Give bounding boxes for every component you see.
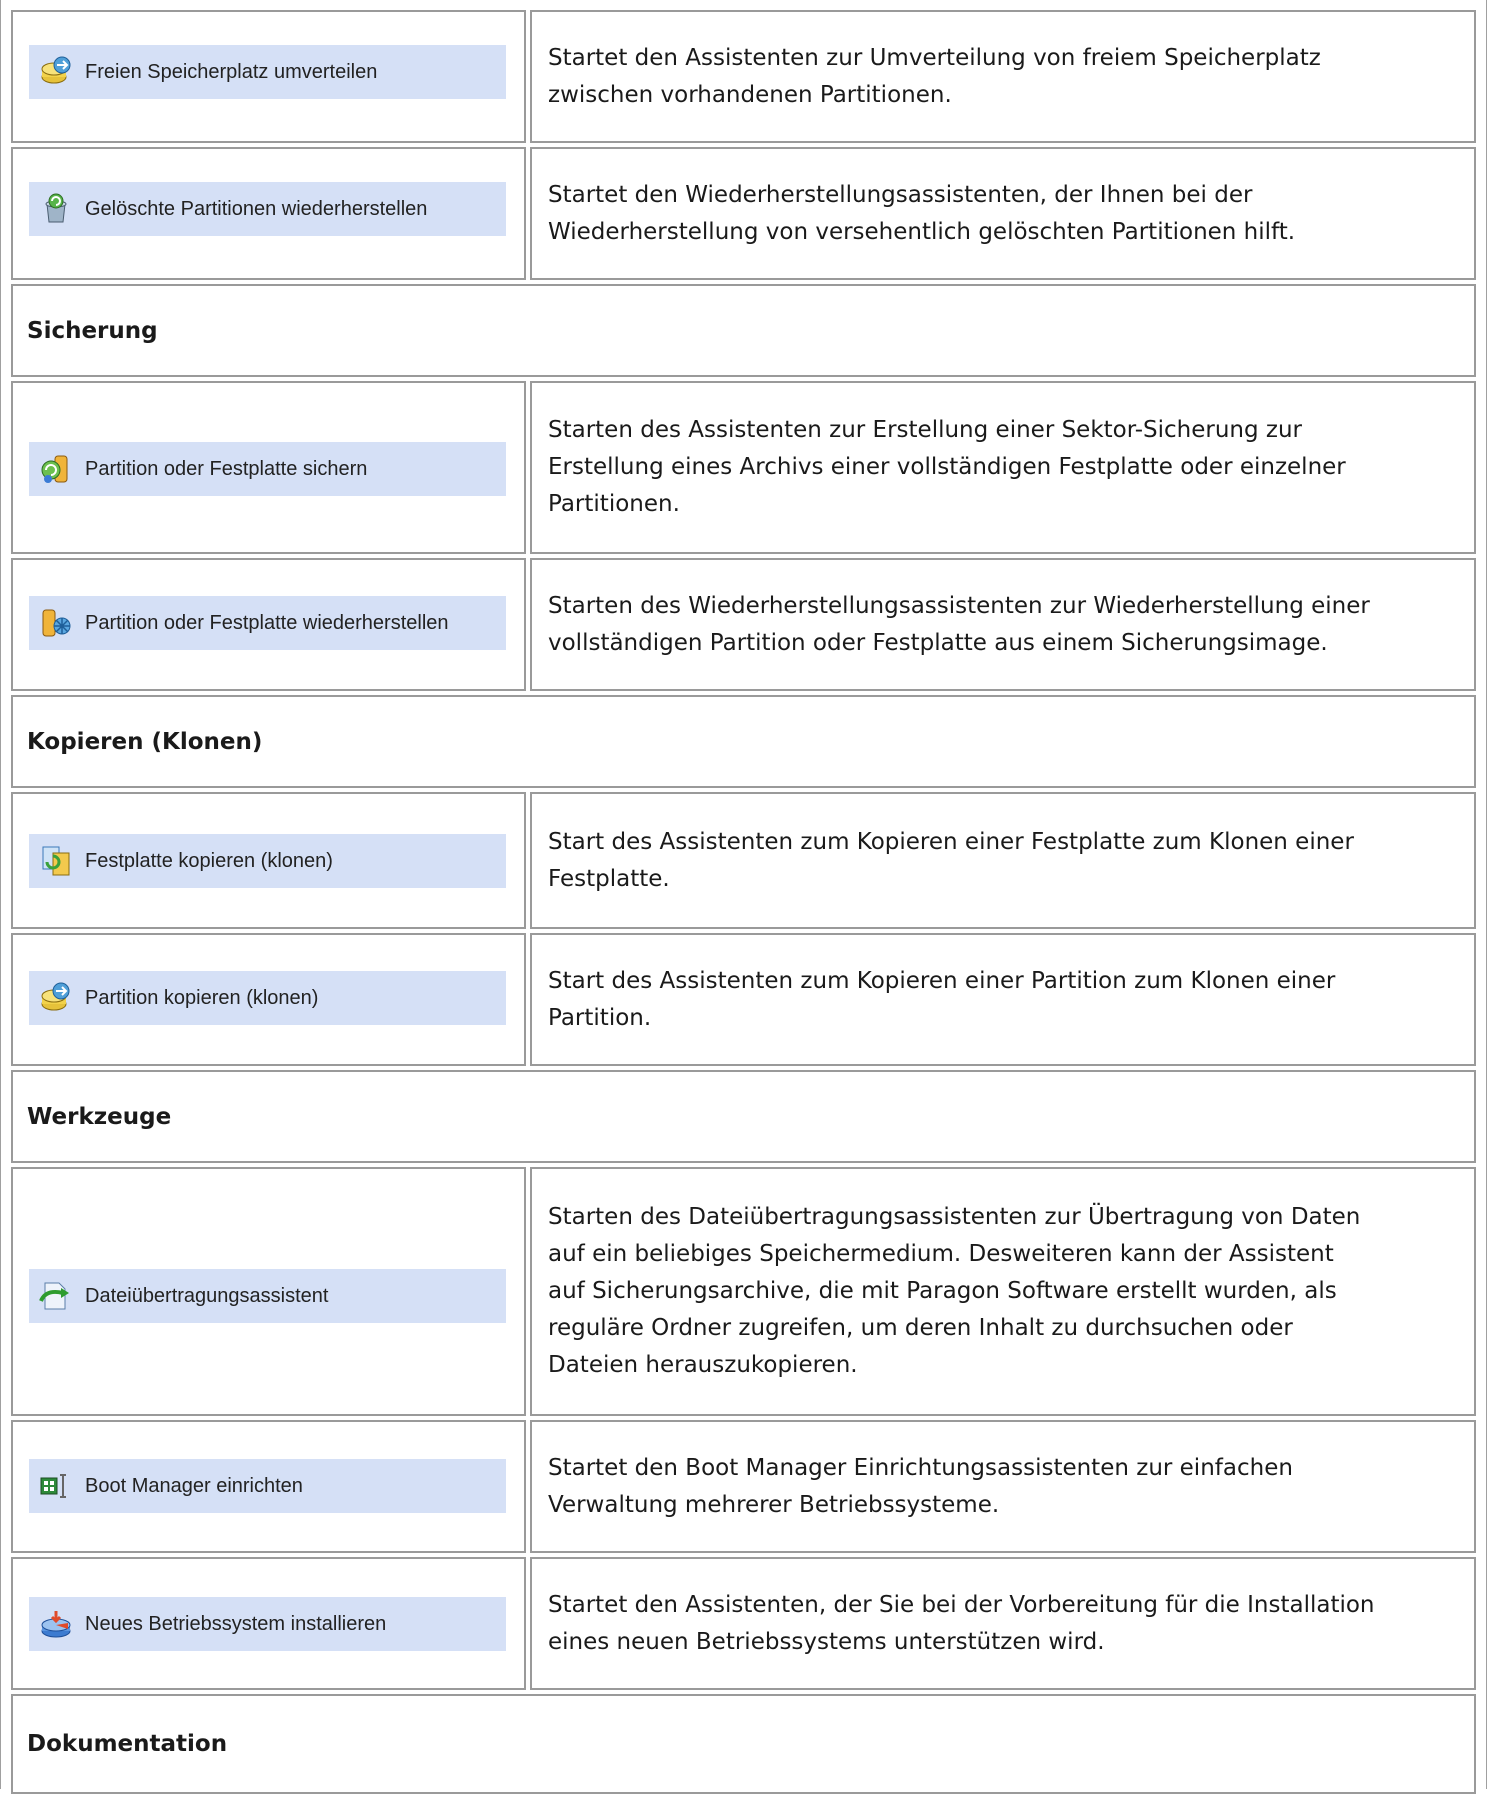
desc-line: Dateien herauszukopieren. xyxy=(548,1352,858,1378)
desc-line: Starten des Dateiübertragungsassistenten… xyxy=(548,1204,1361,1230)
copy-partition-icon xyxy=(41,982,70,1011)
desc-line: Starten des Wiederherstellungsassistente… xyxy=(548,592,1370,619)
action-cell: Partition kopieren (klonen) xyxy=(11,933,526,1066)
desc-line: Startet den Assistenten zur Umverteilung… xyxy=(548,44,1321,71)
description-cell: Startet den Boot Manager Einrichtungsass… xyxy=(530,1420,1476,1553)
button-label: Boot Manager einrichten xyxy=(85,1474,303,1497)
desc-line: Startet den Wiederherstellungsassistente… xyxy=(548,181,1253,208)
description-cell: Start des Assistenten zum Kopieren einer… xyxy=(530,933,1476,1066)
boot-manager-icon xyxy=(40,1474,66,1498)
description-cell: Starten des Wiederherstellungsassistente… xyxy=(530,558,1476,691)
desc-line: reguläre Ordner zugreifen, um deren Inha… xyxy=(548,1315,1293,1341)
description-cell: Start des Assistenten zum Kopieren einer… xyxy=(530,792,1476,929)
description-cell: Startet den Wiederherstellungsassistente… xyxy=(530,147,1476,280)
description-cell: Startet den Assistenten zur Umverteilung… xyxy=(530,10,1476,143)
install-os-icon xyxy=(41,1611,71,1638)
backup-partition-button[interactable]: Partition oder Festplatte sichern xyxy=(29,442,506,496)
file-transfer-button[interactable]: Dateiübertragungsassistent xyxy=(29,1269,506,1323)
install-os-button[interactable]: Neues Betriebssystem installieren xyxy=(29,1597,506,1651)
section-title: Dokumentation xyxy=(27,1731,228,1757)
section-title: Kopieren (Klonen) xyxy=(27,728,263,755)
button-label: Partition kopieren (klonen) xyxy=(85,986,319,1009)
desc-line: Starten des Assistenten zur Erstellung e… xyxy=(548,417,1303,443)
button-label: Freien Speicherplatz umverteilen xyxy=(85,60,378,83)
section-title: Sicherung xyxy=(27,317,158,344)
redistribute-space-button[interactable]: Freien Speicherplatz umverteilen xyxy=(29,45,506,99)
desc-line: zwischen vorhandenen Partitionen. xyxy=(548,81,952,108)
copy-disk-button[interactable]: Festplatte kopieren (klonen) xyxy=(29,834,506,888)
file-transfer-icon xyxy=(39,1282,69,1310)
button-label: Partition oder Festplatte sichern xyxy=(85,457,368,480)
copy-partition-button[interactable]: Partition kopieren (klonen) xyxy=(29,971,506,1025)
button-label: Festplatte kopieren (klonen) xyxy=(85,849,333,872)
restore-deleted-partitions-button[interactable]: Gelöschte Partitionen wiederherstellen xyxy=(29,182,506,236)
desc-line: auf ein beliebiges Speichermedium. Deswe… xyxy=(548,1241,1334,1267)
desc-line: Erstellung eines Archivs einer vollständ… xyxy=(548,454,1346,480)
button-label: Dateiübertragungsassistent xyxy=(85,1284,329,1307)
action-cell: Partition oder Festplatte wiederherstell… xyxy=(11,558,526,691)
disk-arrows-icon xyxy=(41,56,71,84)
description-cell: Starten des Dateiübertragungsassistenten… xyxy=(530,1167,1476,1416)
backup-icon xyxy=(41,455,68,483)
description-cell: Startet den Assistenten, der Sie bei der… xyxy=(530,1557,1476,1690)
section-heading-dokumentation: Dokumentation xyxy=(11,1694,1476,1794)
restore-partition-button[interactable]: Partition oder Festplatte wiederherstell… xyxy=(29,596,506,650)
action-cell: Freien Speicherplatz umverteilen xyxy=(11,10,526,143)
action-cell: Gelöschte Partitionen wiederherstellen xyxy=(11,147,526,280)
action-cell: Boot Manager einrichten xyxy=(11,1420,526,1553)
desc-line: Verwaltung mehrerer Betriebssysteme. xyxy=(548,1491,1000,1518)
copy-disk-icon xyxy=(42,846,70,876)
action-cell: Dateiübertragungsassistent xyxy=(11,1167,526,1416)
section-heading-kopieren: Kopieren (Klonen) xyxy=(11,695,1476,788)
action-cell: Neues Betriebssystem installieren xyxy=(11,1557,526,1690)
desc-line: Partition. xyxy=(548,1004,652,1031)
desc-line: vollständigen Partition oder Festplatte … xyxy=(548,629,1328,656)
desc-line: Start des Assistenten zum Kopieren einer… xyxy=(548,967,1336,994)
description-cell: Starten des Assistenten zur Erstellung e… xyxy=(530,381,1476,554)
action-cell: Festplatte kopieren (klonen) xyxy=(11,792,526,929)
desc-line: eines neuen Betriebssystems unterstützen… xyxy=(548,1628,1105,1655)
section-heading-werkzeuge: Werkzeuge xyxy=(11,1070,1476,1163)
boot-manager-button[interactable]: Boot Manager einrichten xyxy=(29,1459,506,1513)
desc-line: Start des Assistenten zum Kopieren einer… xyxy=(548,828,1354,855)
section-title: Werkzeuge xyxy=(27,1103,172,1130)
desc-line: auf Sicherungsarchive, die mit Paragon S… xyxy=(548,1278,1337,1304)
desc-line: Startet den Assistenten, der Sie bei der… xyxy=(548,1591,1375,1618)
button-label: Neues Betriebssystem installieren xyxy=(85,1612,387,1635)
section-heading-sicherung: Sicherung xyxy=(11,284,1476,377)
recycle-bin-icon xyxy=(45,193,67,223)
desc-line: Wiederherstellung von versehentlich gelö… xyxy=(548,218,1296,245)
action-cell: Partition oder Festplatte sichern xyxy=(11,381,526,554)
desc-line: Startet den Boot Manager Einrichtungsass… xyxy=(548,1454,1293,1481)
restore-icon xyxy=(42,609,71,637)
button-label: Partition oder Festplatte wiederherstell… xyxy=(85,611,449,634)
desc-line: Festplatte. xyxy=(548,865,670,892)
button-label: Gelöschte Partitionen wiederherstellen xyxy=(85,197,428,220)
desc-line: Partitionen. xyxy=(548,491,680,517)
